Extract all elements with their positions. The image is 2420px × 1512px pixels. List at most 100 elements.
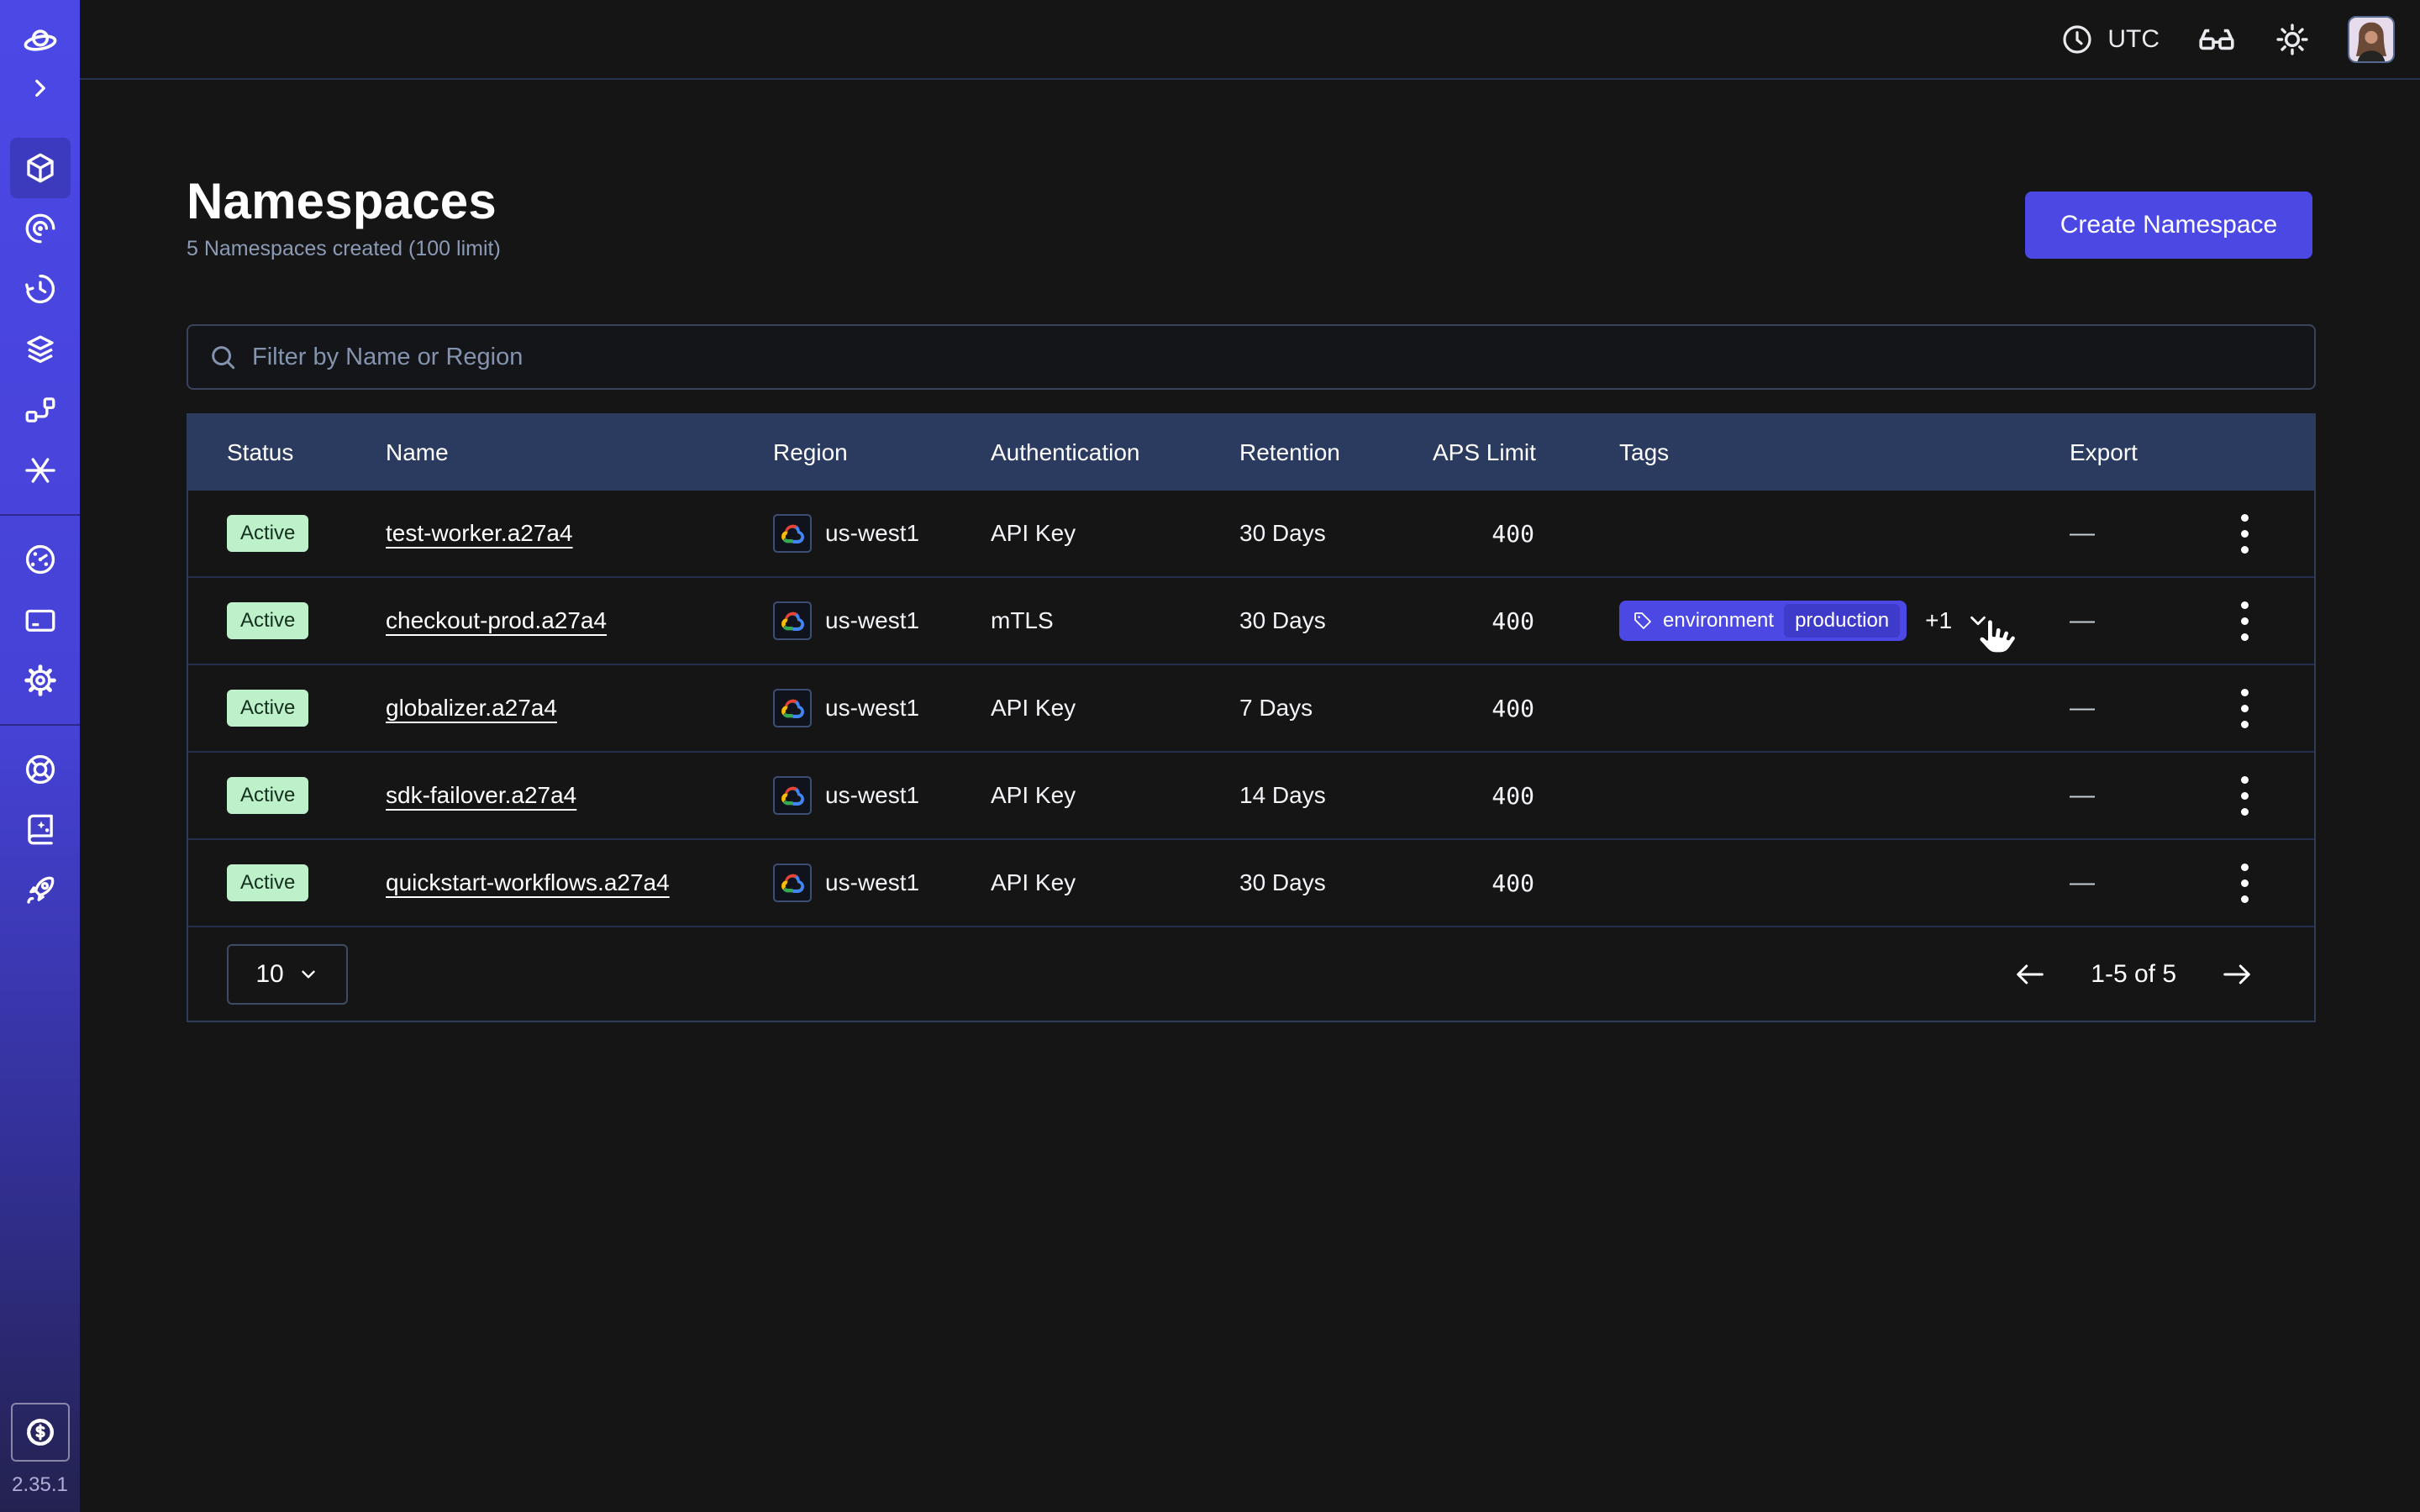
- sidebar-item-support[interactable]: [0, 739, 80, 800]
- tag-key-label: environment: [1663, 609, 1774, 633]
- glasses-icon: [2196, 19, 2237, 60]
- active-item-highlight: [10, 138, 71, 198]
- export-value: —: [2070, 606, 2095, 635]
- page-size-select[interactable]: 10: [227, 944, 348, 1005]
- sidebar-item-settings[interactable]: [0, 650, 80, 711]
- sidebar-item-deployments[interactable]: [0, 380, 80, 440]
- export-value: —: [2070, 781, 2095, 810]
- theme-toggle-button[interactable]: [2274, 21, 2311, 58]
- sidebar-item-namespaces[interactable]: [0, 138, 80, 198]
- namespace-link[interactable]: checkout-prod.a27a4: [386, 607, 607, 634]
- labs-toggle-button[interactable]: [2196, 19, 2237, 60]
- sidebar-nav-help: [0, 739, 80, 921]
- retention-cell: 30 Days: [1239, 607, 1433, 634]
- table-row[interactable]: Active sdk-failover.a27a4 us-west1 API K…: [188, 753, 2314, 840]
- google-cloud-icon: [773, 776, 812, 815]
- column-header: Export: [2070, 439, 2314, 466]
- column-header: Authentication: [991, 439, 1239, 466]
- table-row[interactable]: Active quickstart-workflows.a27a4 us-wes…: [188, 840, 2314, 927]
- namespace-link[interactable]: quickstart-workflows.a27a4: [386, 869, 670, 896]
- namespace-link[interactable]: globalizer.a27a4: [386, 695, 557, 722]
- sidebar-item-usage[interactable]: [0, 529, 80, 590]
- row-menu-button[interactable]: [2236, 596, 2254, 646]
- table-body: Active test-worker.a27a4 us-west1 API Ke…: [188, 491, 2314, 927]
- aps-limit-cell: 400: [1433, 695, 1619, 722]
- row-menu-button[interactable]: [2236, 771, 2254, 821]
- authentication-cell: API Key: [991, 520, 1239, 547]
- retention-cell: 7 Days: [1239, 695, 1433, 722]
- namespace-link[interactable]: sdk-failover.a27a4: [386, 782, 576, 809]
- google-cloud-icon: [773, 864, 812, 902]
- timezone-button[interactable]: UTC: [2060, 23, 2160, 56]
- sidebar-item-getting-started[interactable]: [0, 860, 80, 921]
- sidebar-item-workflows[interactable]: [0, 198, 80, 259]
- chevron-right-icon: [26, 74, 55, 102]
- arrow-left-icon: [2013, 962, 2047, 987]
- name-cell: sdk-failover.a27a4: [386, 782, 773, 809]
- region-label: us-west1: [825, 607, 919, 634]
- sidebar-item-schedules[interactable]: [0, 259, 80, 319]
- tags-expand-chevron[interactable]: [1965, 608, 1991, 633]
- region-label: us-west1: [825, 782, 919, 809]
- namespace-link[interactable]: test-worker.a27a4: [386, 520, 573, 547]
- sidebar-item-batch-operations[interactable]: [0, 319, 80, 380]
- create-namespace-button[interactable]: Create Namespace: [2025, 192, 2312, 259]
- tag-pill[interactable]: environment production: [1619, 601, 1907, 641]
- google-cloud-icon: [773, 514, 812, 553]
- table-row[interactable]: Active test-worker.a27a4 us-west1 API Ke…: [188, 491, 2314, 578]
- page-header: Namespaces 5 Namespaces created (100 lim…: [187, 172, 501, 261]
- settings-gear-icon: [23, 663, 58, 698]
- sidebar-item-docs[interactable]: [0, 800, 80, 860]
- table-row[interactable]: Active checkout-prod.a27a4 us-west1 mTLS…: [188, 578, 2314, 665]
- sun-icon: [2274, 21, 2311, 58]
- tag-icon: [1633, 611, 1653, 631]
- authentication-cell: mTLS: [991, 607, 1239, 634]
- google-cloud-icon: [773, 689, 812, 727]
- export-cell: —: [2070, 596, 2314, 646]
- sidebar-nav-primary: [0, 138, 80, 501]
- namespaces-cube-icon: [23, 150, 58, 186]
- sidebar-expand-button[interactable]: [0, 64, 80, 113]
- row-menu-button[interactable]: [2236, 684, 2254, 733]
- region-cell: us-west1: [773, 776, 991, 815]
- authentication-cell: API Key: [991, 782, 1239, 809]
- sidebar-item-billing[interactable]: [0, 590, 80, 650]
- filter-input[interactable]: [252, 344, 2294, 371]
- sidebar-footer: 2.35.1: [0, 1403, 80, 1497]
- page-title: Namespaces: [187, 172, 501, 230]
- status-badge: Active: [227, 602, 308, 639]
- export-cell: —: [2070, 771, 2314, 821]
- nexus-asterisk-icon: [23, 453, 58, 488]
- temporal-logo-icon[interactable]: [0, 20, 80, 64]
- table-row[interactable]: Active globalizer.a27a4 us-west1 API Key…: [188, 665, 2314, 753]
- avatar[interactable]: [2348, 16, 2395, 63]
- retention-cell: 14 Days: [1239, 782, 1433, 809]
- arrow-right-icon: [2220, 962, 2254, 987]
- chevron-down-icon: [1965, 608, 1991, 633]
- column-header: APS Limit: [1433, 439, 1619, 466]
- aps-limit-cell: 400: [1433, 782, 1619, 810]
- pagination-range-label: 1-5 of 5: [2091, 960, 2176, 989]
- export-cell: —: [2070, 684, 2314, 733]
- sidebar-item-nexus[interactable]: [0, 440, 80, 501]
- row-menu-button[interactable]: [2236, 858, 2254, 908]
- name-cell: globalizer.a27a4: [386, 695, 773, 722]
- column-header: Region: [773, 439, 991, 466]
- row-menu-button[interactable]: [2236, 509, 2254, 559]
- workflows-spiral-icon: [23, 211, 58, 246]
- next-page-button[interactable]: [2220, 962, 2254, 987]
- version-label: 2.35.1: [12, 1473, 68, 1497]
- prev-page-button[interactable]: [2013, 962, 2047, 987]
- credits-button[interactable]: [11, 1403, 70, 1462]
- column-header: Name: [386, 439, 773, 466]
- retention-cell: 30 Days: [1239, 869, 1433, 896]
- chevron-down-icon: [297, 963, 319, 985]
- pagination: 1-5 of 5: [2013, 960, 2254, 989]
- name-cell: checkout-prod.a27a4: [386, 607, 773, 634]
- timezone-label: UTC: [2107, 25, 2160, 54]
- authentication-cell: API Key: [991, 869, 1239, 896]
- export-value: —: [2070, 519, 2095, 548]
- clock-icon: [2060, 23, 2094, 56]
- tags-cell: environment production +1: [1619, 601, 2070, 641]
- dollar-badge-icon: [24, 1415, 57, 1449]
